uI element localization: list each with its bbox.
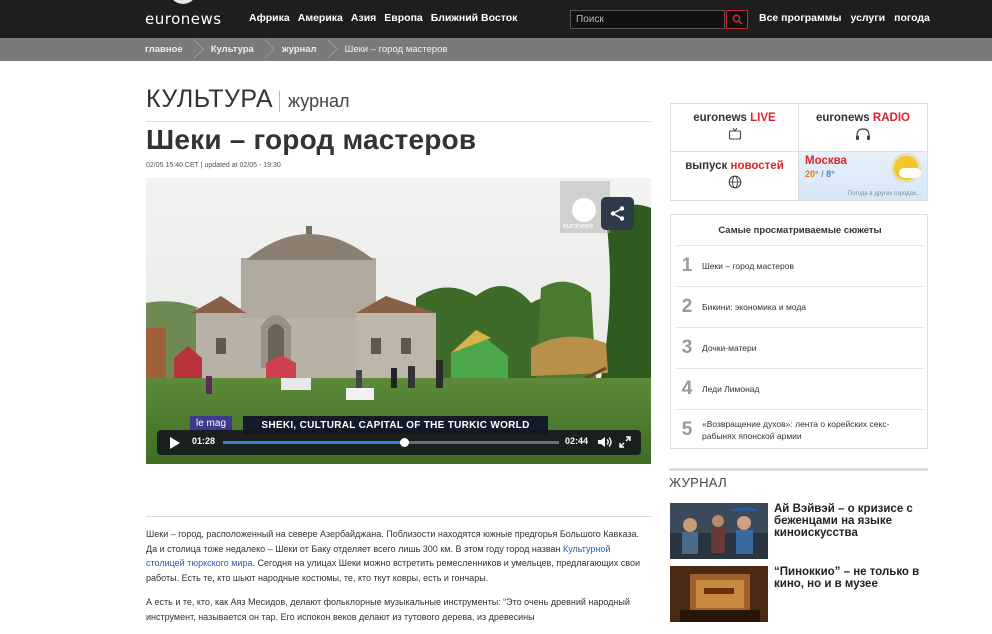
services-panel: euronews LIVE euronews RADIO выпуск ново… [670,103,928,201]
nav-africa[interactable]: Африка [249,12,290,24]
most-viewed-link[interactable]: «Возвращение духов»: лента о корейских с… [702,418,920,442]
most-viewed-item[interactable]: 4 Леди Лимонад [676,368,924,409]
euronews-live-tile[interactable]: euronews LIVE [671,104,799,152]
divider [146,121,651,122]
journal-section-title[interactable]: ЖУРНАЛ [669,468,928,490]
tile-label: euronews LIVE [693,112,776,124]
most-viewed-link[interactable]: Леди Лимонад [702,383,920,395]
breadcrumb: главное Культура журнал Шеки – город мас… [0,38,992,61]
watermark-text: euronews [563,223,594,230]
journal-item[interactable]: “Пиноккио” – не только в кино, но и в му… [670,566,928,622]
globe-logo-icon [169,0,197,4]
most-viewed-item[interactable]: 3 Дочки-матери [676,327,924,368]
nav-middle-east[interactable]: Ближний Восток [431,12,518,24]
rank-number: 1 [681,255,693,276]
top-navigation-bar: euronews Африка Америка Азия Европа Ближ… [0,0,992,38]
weather-tile[interactable]: Москва 20° / 8° Погода в других городах.… [799,152,927,200]
weather-temperature: 20° / 8° [805,169,835,179]
article-body: Шеки – город, расположенный на севере Аз… [146,527,651,634]
most-viewed-title: Самые просматриваемые сюжеты [718,225,882,236]
journal-thumbnail [670,503,768,559]
nav-all-programs[interactable]: Все программы [759,12,841,24]
journal-item-title[interactable]: Ай Вэйвэй – о кризисе с беженцами на язы… [774,503,928,539]
current-time: 01:28 [192,436,216,446]
nav-asia[interactable]: Азия [351,12,376,24]
article-paragraph: А есть и те, кто, как Аяз Месидов, делаю… [146,597,630,622]
volume-icon[interactable] [597,436,613,448]
share-icon [610,206,625,221]
total-time: 02:44 [565,436,589,446]
logo-text: euronews [145,10,222,28]
headphones-icon [856,128,870,140]
program-tag: le mag [190,416,233,431]
most-viewed-item[interactable]: 1 Шеки – город мастеров [676,245,924,286]
section-header: КУЛЬТУРА журнал [146,85,350,114]
breadcrumb-current: Шеки – город мастеров [344,44,448,55]
rank-number: 3 [681,337,693,358]
euronews-logo[interactable]: euronews [145,0,227,38]
globe-icon [728,175,741,189]
nav-weather[interactable]: погода [894,12,930,24]
search-icon [732,14,743,25]
fullscreen-icon[interactable] [619,436,631,448]
search-button[interactable] [726,10,748,29]
article-headline: Шеки – город мастеров [146,124,477,155]
section-subtitle[interactable]: журнал [279,91,350,112]
section-title[interactable]: КУЛЬТУРА [146,85,273,114]
weather-city: Москва [805,155,847,167]
search-input[interactable] [570,10,725,29]
nav-europe[interactable]: Европа [384,12,422,24]
breadcrumb-separator-icon [264,38,272,61]
most-viewed-item[interactable]: 2 Бикини: экономика и мода [676,286,924,327]
journal-item[interactable]: Ай Вэйвэй – о кризисе с беженцами на язы… [670,503,928,559]
breadcrumb-separator-icon [193,38,201,61]
breadcrumb-culture[interactable]: Культура [201,44,264,55]
region-nav: Африка Америка Азия Европа Ближний Восто… [249,12,517,24]
utility-nav: Все программы услуги погода [759,12,930,24]
watermark-logo-icon [572,198,596,222]
euronews-radio-tile[interactable]: euronews RADIO [799,104,927,152]
most-viewed-link[interactable]: Бикини: экономика и мода [702,301,920,313]
cloud-icon [899,168,921,178]
article-paragraph: Шеки – город, расположенный на севере Аз… [146,527,651,585]
most-viewed-link[interactable]: Дочки-матери [702,342,920,354]
progress-bar[interactable] [223,438,559,447]
weather-more-link[interactable]: Погода в других городах... [848,191,921,197]
tile-label: выпуск новостей [685,160,784,172]
breadcrumb-separator-icon [327,38,335,61]
most-viewed-panel: Самые просматриваемые сюжеты 1 Шеки – го… [670,214,928,449]
progress-handle[interactable] [400,438,410,447]
journal-thumbnail [670,566,768,622]
article-dateline: 02/05 15:40 CET | updated at 02/05 - 19:… [146,162,281,169]
nav-services[interactable]: услуги [850,12,885,24]
progress-fill [223,441,405,444]
rank-number: 4 [681,378,693,399]
rank-number: 2 [681,296,693,317]
nav-america[interactable]: Америка [298,12,343,24]
play-icon[interactable] [170,437,180,449]
tile-label: euronews RADIO [816,112,910,124]
video-controls: 01:28 02:44 [157,430,641,455]
journal-item-title[interactable]: “Пиноккио” – не только в кино, но и в му… [774,566,928,590]
news-bulletin-tile[interactable]: выпуск новостей [671,152,799,200]
rank-number: 5 [681,419,693,440]
most-viewed-item[interactable]: 5 «Возвращение духов»: лента о корейских… [676,409,924,450]
most-viewed-link[interactable]: Шеки – город мастеров [702,260,920,272]
tv-icon [728,127,741,140]
divider [146,516,651,517]
share-button[interactable] [601,197,634,230]
